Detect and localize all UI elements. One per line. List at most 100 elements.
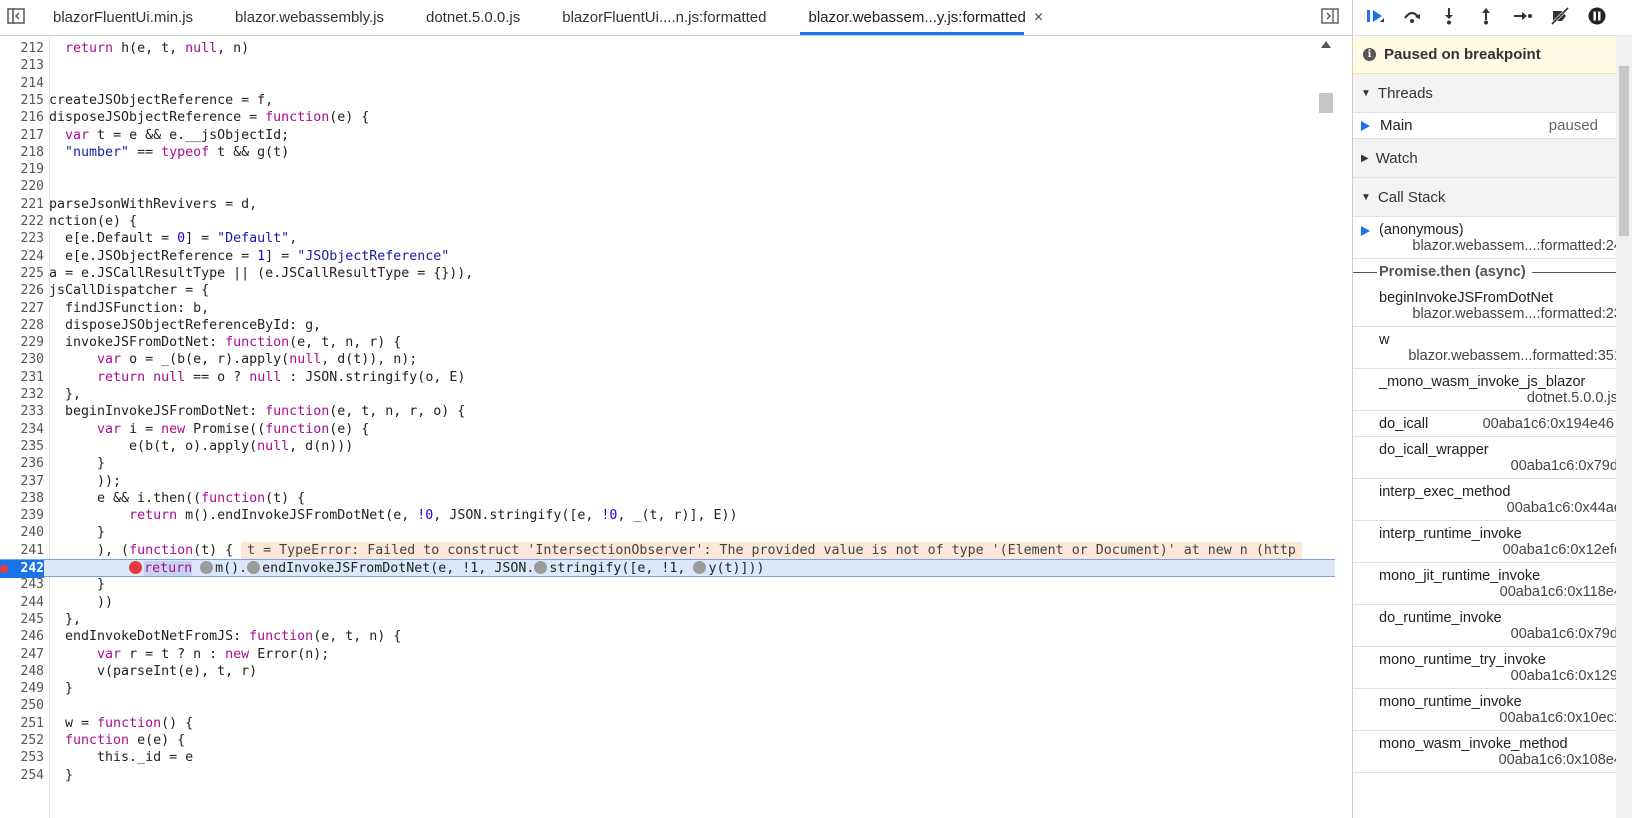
code-line[interactable]: 237 )); <box>0 473 1335 491</box>
file-tab[interactable]: dotnet.5.0.0.js <box>405 0 541 35</box>
toggle-debugger-button[interactable] <box>1308 0 1352 35</box>
code-line[interactable]: 222 nction(e) { <box>0 213 1335 231</box>
file-tab[interactable]: blazor.webassem...y.js:formatted × <box>788 0 1065 35</box>
code-line[interactable]: 252 function e(e) { <box>0 732 1335 750</box>
call-frame[interactable]: mono_wasm_invoke_method 00aba1c6:0x108e40 <box>1353 731 1632 773</box>
file-tab[interactable]: blazorFluentUi.min.js <box>32 0 214 35</box>
inline-breakpoint-icon[interactable] <box>534 561 548 574</box>
frame-location[interactable]: 00aba1c6:0x118e4d <box>1379 584 1630 600</box>
frame-location[interactable]: 00aba1c6:0x1297f <box>1379 668 1630 684</box>
frame-location[interactable]: 00aba1c6:0x79d3f <box>1379 626 1630 642</box>
inline-breakpoint-icon[interactable] <box>247 561 261 574</box>
code-line[interactable]: 239 return m().endInvokeJSFromDotNet(e, … <box>0 507 1335 525</box>
step-into-button[interactable] <box>1433 4 1464 32</box>
code-line[interactable]: 219 <box>0 161 1335 179</box>
line-number[interactable]: 254 <box>0 767 44 785</box>
code-editor[interactable]: 212 return h(e, t, null, n) 213 214 215 crea… <box>0 37 1335 818</box>
line-number[interactable]: 236 <box>0 455 44 473</box>
code-line[interactable]: 248 v(parseInt(e), t, r) <box>0 663 1335 681</box>
line-number[interactable]: 251 <box>0 715 44 733</box>
line-number[interactable]: 243 <box>0 576 44 594</box>
line-number[interactable]: 214 <box>0 75 44 93</box>
line-number[interactable]: 253 <box>0 749 44 767</box>
frame-location[interactable]: 00aba1c6:0x12efed <box>1379 542 1630 558</box>
frame-location[interactable]: 00aba1c6:0x194e46 <box>1483 416 1614 432</box>
line-number[interactable]: 233 <box>0 403 44 421</box>
frame-location[interactable]: blazor.webassem...:formatted:242 <box>1379 238 1630 254</box>
line-number[interactable]: 212 <box>0 40 44 58</box>
line-number[interactable]: 224 <box>0 248 44 266</box>
code-line[interactable]: 247 var r = t ? n : new Error(n); <box>0 646 1335 664</box>
code-line[interactable]: 238 e && i.then((function(t) { <box>0 490 1335 508</box>
step-over-button[interactable] <box>1396 4 1427 32</box>
line-number[interactable]: 220 <box>0 178 44 196</box>
deactivate-breakpoints-button[interactable] <box>1544 4 1575 32</box>
call-frame[interactable]: mono_runtime_invoke 00aba1c6:0x10ec19 <box>1353 689 1632 731</box>
frame-location[interactable]: 00aba1c6:0x44ad0 <box>1379 500 1630 516</box>
line-number[interactable]: 244 <box>0 594 44 612</box>
code-line[interactable]: 254 } <box>0 767 1335 785</box>
code-line[interactable]: 214 <box>0 75 1335 93</box>
line-number[interactable]: 227 <box>0 300 44 318</box>
toggle-navigator-button[interactable] <box>0 0 32 35</box>
line-number[interactable]: 240 <box>0 524 44 542</box>
call-frame[interactable]: mono_jit_runtime_invoke 00aba1c6:0x118e4d <box>1353 563 1632 605</box>
call-frame[interactable]: w blazor.webassem...formatted:3510 <box>1353 327 1632 369</box>
frame-location[interactable]: 00aba1c6:0x108e40 <box>1379 752 1630 768</box>
file-tab[interactable]: blazorFluentUi....n.js:formatted <box>541 0 787 35</box>
call-frame[interactable]: do_runtime_invoke 00aba1c6:0x79d3f <box>1353 605 1632 647</box>
code-line[interactable]: 241 ), (function(t) {t = TypeError: Fail… <box>0 541 1335 560</box>
code-line[interactable]: 227 findJSFunction: b, <box>0 300 1335 318</box>
line-number[interactable]: 230 <box>0 351 44 369</box>
line-number[interactable]: 247 <box>0 646 44 664</box>
step-button[interactable] <box>1507 4 1538 32</box>
line-number[interactable]: 228 <box>0 317 44 335</box>
call-frame[interactable]: mono_runtime_try_invoke 00aba1c6:0x1297f <box>1353 647 1632 689</box>
watch-section-header[interactable]: ▶ Watch <box>1353 139 1632 178</box>
code-line[interactable]: 223 e[e.Default = 0] = "Default", <box>0 230 1335 248</box>
call-frame[interactable]: interp_exec_method 00aba1c6:0x44ad0 <box>1353 479 1632 521</box>
line-number[interactable]: 221 <box>0 196 44 214</box>
line-number[interactable]: 249 <box>0 680 44 698</box>
line-number[interactable]: 223 <box>0 230 44 248</box>
line-number[interactable]: 216 <box>0 109 44 127</box>
code-line[interactable]: 243 } <box>0 576 1335 594</box>
code-line[interactable]: 220 <box>0 178 1335 196</box>
code-line[interactable]: 232 }, <box>0 386 1335 404</box>
call-frame[interactable]: _mono_wasm_invoke_js_blazor dotnet.5.0.0.… <box>1353 369 1632 411</box>
call-frame[interactable]: interp_runtime_invoke 00aba1c6:0x12efed <box>1353 521 1632 563</box>
file-tab[interactable]: blazor.webassembly.js <box>214 0 405 35</box>
callstack-section-header[interactable]: ▼ Call Stack <box>1353 178 1632 217</box>
inline-breakpoint-icon[interactable] <box>693 561 707 574</box>
code-line[interactable]: 235 e(b(t, o).apply(null, d(n))) <box>0 438 1335 456</box>
call-frame[interactable]: (anonymous) blazor.webassem...:formatted:… <box>1353 217 1632 259</box>
code-line[interactable]: 249 } <box>0 680 1335 698</box>
line-number[interactable]: 246 <box>0 628 44 646</box>
code-line[interactable]: 226 jsCallDispatcher = { <box>0 282 1335 300</box>
line-number[interactable]: 218 <box>0 144 44 162</box>
line-number[interactable]: 252 <box>0 732 44 750</box>
thread-row-main[interactable]: Main paused <box>1353 113 1632 139</box>
code-line[interactable]: 244 )) <box>0 594 1335 612</box>
line-number[interactable]: 250 <box>0 697 44 715</box>
frame-location[interactable]: 00aba1c6:0x10ec19 <box>1379 710 1630 726</box>
code-line[interactable]: 242 return m(). endInvokeJSFromDotNet(e, … <box>0 559 1335 578</box>
frame-location[interactable]: 00aba1c6:0x79df6 <box>1379 458 1630 474</box>
call-frame[interactable]: do_icall 00aba1c6:0x194e46 <box>1353 411 1632 437</box>
code-line[interactable]: 251 w = function() { <box>0 715 1335 733</box>
code-line[interactable]: 240 } <box>0 524 1335 542</box>
frame-location[interactable]: blazor.webassem...formatted:3510 <box>1379 348 1630 364</box>
pause-on-exceptions-button[interactable] <box>1581 4 1612 32</box>
code-line[interactable]: 215 createJSObjectReference = f, <box>0 92 1335 110</box>
code-line[interactable]: 213 <box>0 57 1335 75</box>
code-line[interactable]: 250 <box>0 697 1335 715</box>
line-number[interactable]: 229 <box>0 334 44 352</box>
threads-section-header[interactable]: ▼ Threads <box>1353 74 1632 113</box>
code-line[interactable]: 218 "number" == typeof t && g(t) <box>0 144 1335 162</box>
line-number[interactable]: 226 <box>0 282 44 300</box>
code-line[interactable]: 231 return null == o ? null : JSON.strin… <box>0 369 1335 387</box>
resume-button[interactable] <box>1359 4 1390 32</box>
step-out-button[interactable] <box>1470 4 1501 32</box>
line-number[interactable]: 239 <box>0 507 44 525</box>
call-frame[interactable]: do_icall_wrapper 00aba1c6:0x79df6 <box>1353 437 1632 479</box>
